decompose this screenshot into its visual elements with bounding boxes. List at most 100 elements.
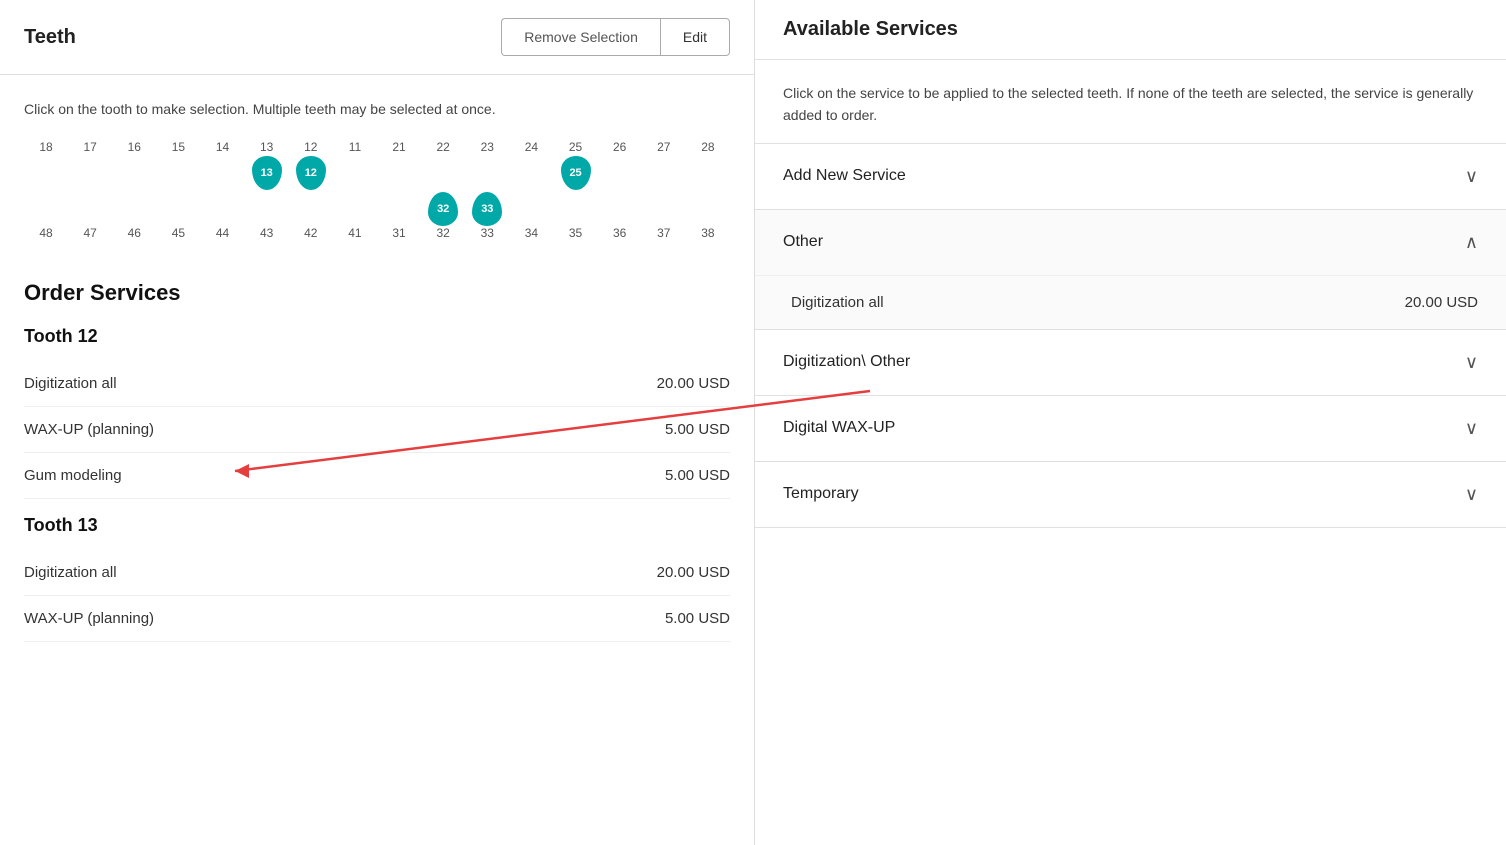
- tooth-oval-41[interactable]: [340, 192, 370, 226]
- tooth-oval-27[interactable]: [649, 156, 679, 190]
- edit-button[interactable]: Edit: [660, 18, 730, 56]
- tooth-label-16: 16: [128, 140, 141, 154]
- category-item-row[interactable]: Digitization all20.00 USD: [755, 275, 1506, 329]
- tooth-oval-46[interactable]: [119, 192, 149, 226]
- tooth-item-46[interactable]: 46: [112, 192, 156, 242]
- tooth-item-24[interactable]: 24: [509, 140, 553, 190]
- tooth-item-15[interactable]: 15: [156, 140, 200, 190]
- tooth-oval-24[interactable]: [516, 156, 546, 190]
- tooth-oval-22[interactable]: [428, 156, 458, 190]
- service-category-0: Add New Service∨: [755, 144, 1506, 210]
- tooth-oval-21[interactable]: [384, 156, 414, 190]
- tooth-label-36: 36: [613, 226, 626, 240]
- tooth-oval-43[interactable]: [252, 192, 282, 226]
- tooth-item-34[interactable]: 34: [509, 192, 553, 242]
- tooth-oval-33[interactable]: 33: [472, 192, 502, 226]
- tooth-oval-15[interactable]: [163, 156, 193, 190]
- category-header-2[interactable]: Digitization\ Other∨: [755, 330, 1506, 395]
- teeth-title: Teeth: [24, 26, 76, 49]
- tooth-label-31: 31: [392, 226, 405, 240]
- tooth-oval-34[interactable]: [516, 192, 546, 226]
- category-header-3[interactable]: Digital WAX-UP∨: [755, 396, 1506, 461]
- tooth-oval-12[interactable]: 12: [296, 156, 326, 190]
- tooth-item-42[interactable]: 42: [289, 192, 333, 242]
- tooth-item-21[interactable]: 21: [377, 140, 421, 190]
- tooth-item-12[interactable]: 1212: [289, 140, 333, 190]
- tooth-label-42: 42: [304, 226, 317, 240]
- tooth-oval-32[interactable]: 32: [428, 192, 458, 226]
- service-name: Gum modeling: [24, 467, 122, 484]
- right-instruction: Click on the service to be applied to th…: [755, 60, 1506, 144]
- category-header-1[interactable]: Other∧: [755, 210, 1506, 275]
- tooth-oval-45[interactable]: [163, 192, 193, 226]
- tooth-item-17[interactable]: 17: [68, 140, 112, 190]
- tooth-item-43[interactable]: 43: [245, 192, 289, 242]
- tooth-label-15: 15: [172, 140, 185, 154]
- tooth-item-11[interactable]: 11: [333, 140, 377, 190]
- tooth-item-44[interactable]: 44: [201, 192, 245, 242]
- tooth-item-38[interactable]: 38: [686, 192, 730, 242]
- tooth-label-24: 24: [525, 140, 538, 154]
- tooth-item-48[interactable]: 48: [24, 192, 68, 242]
- tooth-oval-36[interactable]: [605, 192, 635, 226]
- tooth-item-27[interactable]: 27: [642, 140, 686, 190]
- service-row: Gum modeling5.00 USD: [24, 453, 730, 499]
- tooth-item-23[interactable]: 23: [465, 140, 509, 190]
- remove-selection-button[interactable]: Remove Selection: [501, 18, 660, 56]
- tooth-label-44: 44: [216, 226, 229, 240]
- category-header-4[interactable]: Temporary∨: [755, 462, 1506, 527]
- tooth-item-28[interactable]: 28: [686, 140, 730, 190]
- services-list: Add New Service∨Other∧Digitization all20…: [755, 144, 1506, 528]
- tooth-oval-25[interactable]: 25: [561, 156, 591, 190]
- tooth-item-37[interactable]: 37: [642, 192, 686, 242]
- service-category-2: Digitization\ Other∨: [755, 330, 1506, 396]
- tooth-item-32[interactable]: 3232: [421, 192, 465, 242]
- tooth-item-36[interactable]: 36: [598, 192, 642, 242]
- chevron-down-icon: ∨: [1465, 166, 1478, 187]
- tooth-item-18[interactable]: 18: [24, 140, 68, 190]
- tooth-item-47[interactable]: 47: [68, 192, 112, 242]
- category-item-name: Digitization all: [791, 294, 884, 311]
- service-price: 5.00 USD: [665, 421, 730, 438]
- tooth-oval-44[interactable]: [208, 192, 238, 226]
- tooth-item-31[interactable]: 31: [377, 192, 421, 242]
- tooth-item-45[interactable]: 45: [156, 192, 200, 242]
- tooth-item-14[interactable]: 14: [201, 140, 245, 190]
- tooth-label-43: 43: [260, 226, 273, 240]
- tooth-item-35[interactable]: 35: [554, 192, 598, 242]
- tooth-oval-23[interactable]: [472, 156, 502, 190]
- tooth-section-1: Tooth 13Digitization all20.00 USDWAX-UP …: [24, 515, 730, 642]
- tooth-label-32: 32: [437, 226, 450, 240]
- tooth-oval-48[interactable]: [31, 192, 61, 226]
- tooth-label-23: 23: [481, 140, 494, 154]
- tooth-item-22[interactable]: 22: [421, 140, 465, 190]
- tooth-item-25[interactable]: 2525: [554, 140, 598, 190]
- tooth-oval-13[interactable]: 13: [252, 156, 282, 190]
- tooth-oval-14[interactable]: [208, 156, 238, 190]
- tooth-item-26[interactable]: 26: [598, 140, 642, 190]
- service-category-1: Other∧Digitization all20.00 USD: [755, 210, 1506, 330]
- tooth-item-16[interactable]: 16: [112, 140, 156, 190]
- tooth-oval-42[interactable]: [296, 192, 326, 226]
- tooth-label-28: 28: [701, 140, 714, 154]
- tooth-oval-47[interactable]: [75, 192, 105, 226]
- tooth-oval-35[interactable]: [561, 192, 591, 226]
- chevron-up-icon: ∧: [1465, 232, 1478, 253]
- tooth-oval-38[interactable]: [693, 192, 723, 226]
- tooth-oval-16[interactable]: [119, 156, 149, 190]
- tooth-oval-28[interactable]: [693, 156, 723, 190]
- tooth-label-17: 17: [84, 140, 97, 154]
- service-price: 20.00 USD: [657, 375, 730, 392]
- tooth-oval-18[interactable]: [31, 156, 61, 190]
- tooth-oval-31[interactable]: [384, 192, 414, 226]
- tooth-item-33[interactable]: 3333: [465, 192, 509, 242]
- tooth-oval-17[interactable]: [75, 156, 105, 190]
- tooth-oval-26[interactable]: [605, 156, 635, 190]
- service-price: 20.00 USD: [657, 564, 730, 581]
- tooth-oval-11[interactable]: [340, 156, 370, 190]
- tooth-oval-37[interactable]: [649, 192, 679, 226]
- order-services: Order Services Tooth 12Digitization all2…: [0, 264, 754, 845]
- category-header-0[interactable]: Add New Service∨: [755, 144, 1506, 209]
- tooth-item-41[interactable]: 41: [333, 192, 377, 242]
- tooth-item-13[interactable]: 1313: [245, 140, 289, 190]
